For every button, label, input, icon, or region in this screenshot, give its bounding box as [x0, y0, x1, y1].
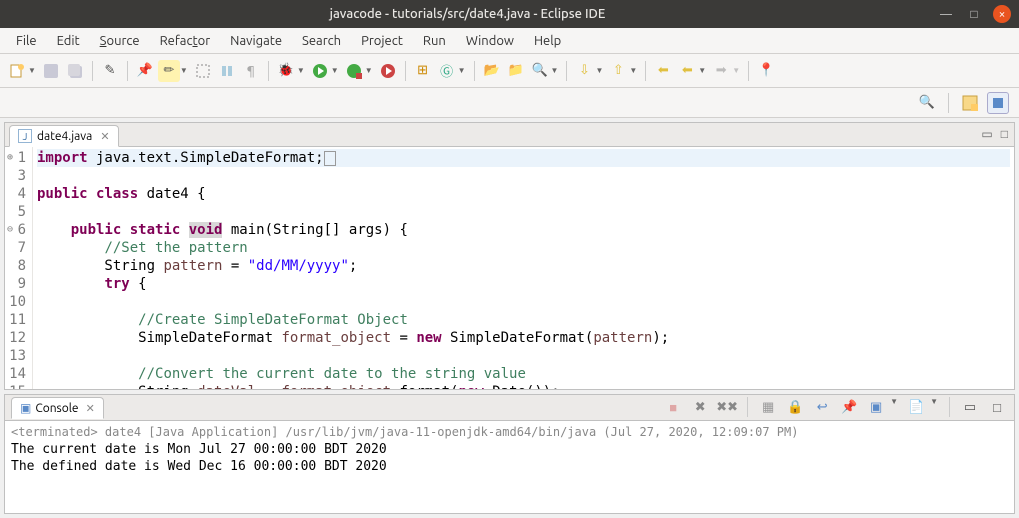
run-icon[interactable] [309, 60, 331, 82]
close-button[interactable]: × [993, 5, 1011, 23]
editor-tab-label: date4.java [37, 130, 92, 143]
console-tab-label: Console [35, 402, 78, 415]
main-toolbar: ▼ ✎ 📌 ✏ ▼ ¶ 🐞▼ ▼ ▼ ⊞ Ⓖ▼ 📂 📁 🔍▼ ⇩▼ ⇧▼ ⬅ ⬅… [0, 54, 1019, 88]
dropdown-icon[interactable]: ▼ [365, 66, 373, 75]
code-editor[interactable]: 1⊕3456⊖789101112131415 import java.text.… [5, 147, 1014, 389]
java-file-icon: J [18, 129, 32, 143]
block-select-icon[interactable] [192, 60, 214, 82]
new-package-icon[interactable]: ⊞ [412, 60, 434, 82]
pin-editor-icon[interactable]: 📍 [755, 60, 777, 82]
titlebar: javacode - tutorials/src/date4.java - Ec… [0, 0, 1019, 28]
open-perspective-icon[interactable] [959, 92, 981, 114]
coverage-icon[interactable] [343, 60, 365, 82]
highlight-icon[interactable]: ✏ [158, 60, 180, 82]
console-tab[interactable]: ▣ Console ✕ [11, 397, 104, 419]
perspective-toolbar: 🔍 [0, 88, 1019, 118]
menu-navigate[interactable]: Navigate [220, 31, 292, 51]
search-icon[interactable]: 🔍 [529, 60, 551, 82]
menu-search[interactable]: Search [292, 31, 351, 51]
pin-icon[interactable]: 📌 [134, 60, 156, 82]
dropdown-icon[interactable]: ▼ [629, 66, 637, 75]
maximize-button[interactable]: □ [965, 5, 983, 23]
console-icon: ▣ [20, 401, 31, 415]
editor-tab[interactable]: J date4.java ✕ [9, 125, 119, 147]
dropdown-icon[interactable]: ▼ [930, 397, 938, 419]
console-output[interactable]: <terminated> date4 [Java Application] /u… [5, 421, 1014, 513]
line-gutter: 1⊕3456⊖789101112131415 [5, 147, 33, 389]
dropdown-icon[interactable]: ▼ [331, 66, 339, 75]
terminate-icon[interactable]: ■ [662, 397, 684, 419]
open-type-icon[interactable]: 📂 [481, 60, 503, 82]
minimize-pane-icon[interactable]: ▭ [981, 127, 992, 141]
menu-file[interactable]: File [6, 31, 47, 51]
clear-console-icon[interactable]: ▦ [757, 397, 779, 419]
new-class-icon[interactable]: Ⓖ [436, 60, 458, 82]
console-line: The defined date is Wed Dec 16 00:00:00 … [11, 458, 1008, 475]
dropdown-icon[interactable]: ▼ [732, 66, 740, 75]
word-wrap-icon[interactable]: ↩ [811, 397, 833, 419]
menu-run[interactable]: Run [413, 31, 456, 51]
dropdown-icon[interactable]: ▼ [458, 66, 466, 75]
editor-pane: J date4.java ✕ ▭ □ 1⊕3456⊖78910111213141… [4, 122, 1015, 390]
dropdown-icon[interactable]: ▼ [595, 66, 603, 75]
forward-icon[interactable]: ➡ [710, 60, 732, 82]
window-title: javacode - tutorials/src/date4.java - Ec… [8, 7, 927, 21]
menubar: File Edit Source Refactor Navigate Searc… [0, 28, 1019, 54]
open-console-icon[interactable]: 📄 [905, 397, 927, 419]
menu-edit[interactable]: Edit [47, 31, 90, 51]
prev-annotation-icon[interactable]: ⇧ [607, 60, 629, 82]
back-icon[interactable]: ⬅ [676, 60, 698, 82]
editor-tabbar: J date4.java ✕ ▭ □ [5, 123, 1014, 147]
menu-refactor[interactable]: Refactor [150, 31, 221, 51]
new-icon[interactable] [6, 60, 28, 82]
console-toolbar: ■ ✖ ✖✖ ▦ 🔒 ↩ 📌 ▣▼ 📄▼ ▭ □ [662, 397, 1008, 419]
console-line: The current date is Mon Jul 27 00:00:00 … [11, 441, 1008, 458]
dropdown-icon[interactable]: ▼ [297, 66, 305, 75]
tab-close-icon[interactable]: ✕ [86, 402, 95, 415]
menu-help[interactable]: Help [524, 31, 571, 51]
java-perspective-icon[interactable] [987, 92, 1009, 114]
show-whitespace-icon[interactable] [216, 60, 238, 82]
save-icon[interactable] [40, 60, 62, 82]
tab-close-icon[interactable]: ✕ [100, 130, 109, 143]
console-status: <terminated> date4 [Java Application] /u… [11, 423, 1008, 441]
dropdown-icon[interactable]: ▼ [890, 397, 898, 419]
maximize-pane-icon[interactable]: □ [1001, 127, 1008, 141]
wand-icon[interactable]: ✎ [99, 60, 121, 82]
paragraph-icon[interactable]: ¶ [240, 60, 262, 82]
dropdown-icon[interactable]: ▼ [698, 66, 706, 75]
display-console-icon[interactable]: ▣ [865, 397, 887, 419]
console-header: ▣ Console ✕ ■ ✖ ✖✖ ▦ 🔒 ↩ 📌 ▣▼ 📄▼ ▭ □ [5, 395, 1014, 421]
remove-launch-icon[interactable]: ✖ [689, 397, 711, 419]
console-pane: ▣ Console ✕ ■ ✖ ✖✖ ▦ 🔒 ↩ 📌 ▣▼ 📄▼ ▭ □ <te… [4, 394, 1015, 514]
run-last-icon[interactable] [377, 60, 399, 82]
dropdown-icon[interactable]: ▼ [28, 66, 36, 75]
search-access-icon[interactable]: 🔍 [916, 92, 938, 114]
pin-console-icon[interactable]: 📌 [838, 397, 860, 419]
minimize-console-icon[interactable]: ▭ [959, 397, 981, 419]
dropdown-icon[interactable]: ▼ [551, 66, 559, 75]
menu-project[interactable]: Project [351, 31, 413, 51]
menu-window[interactable]: Window [456, 31, 524, 51]
maximize-console-icon[interactable]: □ [986, 397, 1008, 419]
scroll-lock-icon[interactable]: 🔒 [784, 397, 806, 419]
debug-icon[interactable]: 🐞 [275, 60, 297, 82]
save-all-icon[interactable] [64, 60, 86, 82]
dropdown-icon[interactable]: ▼ [180, 66, 188, 75]
open-task-icon[interactable]: 📁 [505, 60, 527, 82]
code-area[interactable]: import java.text.SimpleDateFormat; publi… [33, 147, 1014, 389]
remove-all-icon[interactable]: ✖✖ [716, 397, 738, 419]
menu-source[interactable]: Source [90, 31, 150, 51]
minimize-button[interactable]: — [937, 5, 955, 23]
last-edit-icon[interactable]: ⬅ [652, 60, 674, 82]
next-annotation-icon[interactable]: ⇩ [573, 60, 595, 82]
